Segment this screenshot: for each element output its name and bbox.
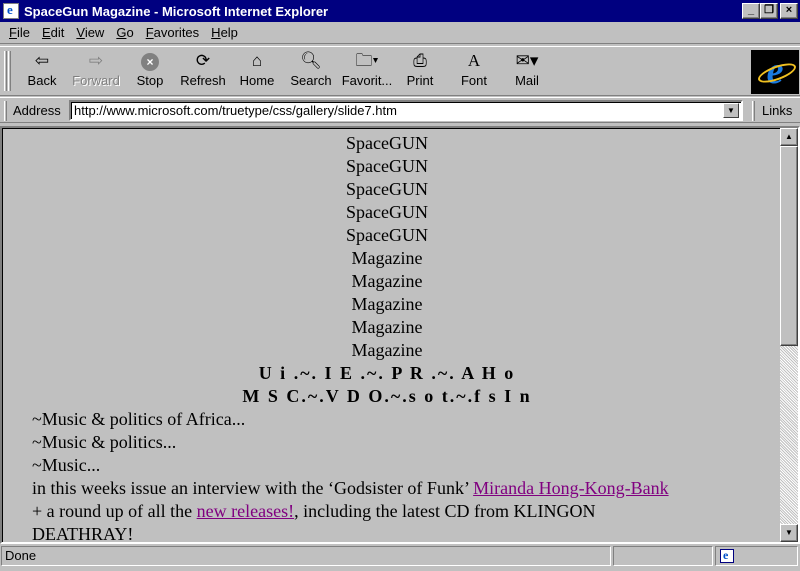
stop-icon: × (141, 53, 159, 71)
spacegun-line: SpaceGUN (346, 225, 428, 245)
search-button[interactable]: 🔍︎ Search (286, 49, 336, 93)
tagline-1: ~Music & politics of Africa... (32, 409, 246, 429)
menu-help[interactable]: Help (205, 25, 244, 40)
web-page: SpaceGUN SpaceGUN SpaceGUN SpaceGUN Spac… (2, 128, 778, 542)
links-button[interactable]: Links (762, 103, 792, 118)
scroll-down-arrow-icon[interactable]: ▼ (780, 524, 798, 542)
scroll-up-arrow-icon[interactable]: ▲ (780, 128, 798, 146)
new-releases-link[interactable]: new releases! (197, 501, 294, 521)
address-url: http://www.microsoft.com/truetype/css/ga… (74, 103, 397, 118)
status-text: Done (1, 546, 611, 566)
scrollbar-thumb[interactable] (780, 146, 798, 346)
ie-logo-icon: e (751, 50, 799, 94)
mail-icon: ✉▾ (515, 51, 539, 70)
home-icon: ⌂ (251, 51, 263, 70)
address-dropdown-icon[interactable]: ▼ (723, 103, 739, 118)
page-content-area: SpaceGUN SpaceGUN SpaceGUN SpaceGUN Spac… (0, 126, 800, 544)
spacegun-line: SpaceGUN (346, 133, 428, 153)
address-bar: Address http://www.microsoft.com/truetyp… (0, 97, 800, 123)
favorites-folder-icon: 🗀︎▾ (355, 51, 379, 70)
address-input[interactable]: http://www.microsoft.com/truetype/css/ga… (69, 100, 743, 121)
search-icon: 🔍︎ (300, 51, 322, 70)
menu-go[interactable]: Go (110, 25, 139, 40)
vertical-scrollbar[interactable]: ▲ ▼ (780, 128, 798, 542)
menu-favorites[interactable]: Favorites (140, 25, 205, 40)
magazine-line: Magazine (351, 317, 423, 337)
roundup-paragraph: + a round up of all the new releases!, i… (32, 501, 596, 521)
forward-arrow-icon: ⇨ (88, 51, 104, 70)
window-title: SpaceGun Magazine - Microsoft Internet E… (24, 3, 329, 19)
status-panel-progress (613, 546, 713, 566)
menu-file[interactable]: File (3, 25, 36, 40)
back-button[interactable]: ⇦ Back (22, 49, 62, 93)
font-button[interactable]: A Font (454, 49, 494, 93)
magazine-line: Magazine (351, 271, 423, 291)
close-button[interactable]: × (780, 3, 798, 19)
menu-view[interactable]: View (70, 25, 110, 40)
ie-window-icon[interactable] (3, 2, 19, 19)
tagline-2: ~Music & politics... (32, 432, 177, 452)
window-controls: _ ❐ × (742, 3, 798, 19)
status-bar: Done (0, 546, 800, 571)
scrambled-heading-1: U i .~. I E .~. P R .~. A H o (258, 363, 516, 383)
standard-toolbar: ⇦ Back ⇨ Forward × Stop ⟳ Refresh ⌂ Home… (0, 46, 800, 96)
home-button[interactable]: ⌂ Home (236, 49, 278, 93)
minimize-button[interactable]: _ (742, 3, 760, 19)
toolbar-grip-2[interactable] (8, 51, 11, 91)
internet-zone-icon (720, 546, 734, 564)
menu-bar: File Edit View Go Favorites Help (0, 22, 800, 44)
magazine-line: Magazine (351, 248, 423, 268)
tagline-3: ~Music... (32, 455, 101, 475)
refresh-icon: ⟳ (195, 51, 211, 70)
spacegun-line: SpaceGUN (346, 156, 428, 176)
interview-paragraph: in this weeks issue an interview with th… (32, 478, 669, 498)
refresh-button[interactable]: ⟳ Refresh (176, 49, 230, 93)
status-panel-zone (715, 546, 798, 566)
print-button[interactable]: ⎙ Print (400, 49, 440, 93)
address-grip[interactable] (4, 101, 7, 121)
menu-edit[interactable]: Edit (36, 25, 70, 40)
font-size-icon: A (467, 51, 481, 70)
links-separator (752, 101, 755, 121)
address-label: Address (13, 103, 61, 118)
spacegun-line: SpaceGUN (346, 179, 428, 199)
stop-button[interactable]: × Stop (130, 49, 170, 93)
restore-button[interactable]: ❐ (760, 3, 778, 19)
back-arrow-icon: ⇦ (34, 51, 50, 70)
printer-icon: ⎙ (413, 51, 427, 70)
magazine-line: Magazine (351, 340, 423, 360)
interview-link[interactable]: Miranda Hong-Kong-Bank (473, 478, 668, 498)
mail-button[interactable]: ✉▾ Mail (506, 49, 548, 93)
title-bar: SpaceGun Magazine - Microsoft Internet E… (0, 0, 800, 22)
scrambled-heading-2: M S C.~.V D O.~.s o t.~.f s I n (242, 386, 532, 406)
magazine-line: Magazine (351, 294, 423, 314)
forward-button[interactable]: ⇨ Forward (68, 49, 124, 93)
spacegun-line: SpaceGUN (346, 202, 428, 222)
favorites-button[interactable]: 🗀︎▾ Favorit... (340, 49, 394, 93)
toolbar-grip[interactable] (4, 51, 7, 91)
roundup-last-line: DEATHRAY! (32, 524, 134, 542)
